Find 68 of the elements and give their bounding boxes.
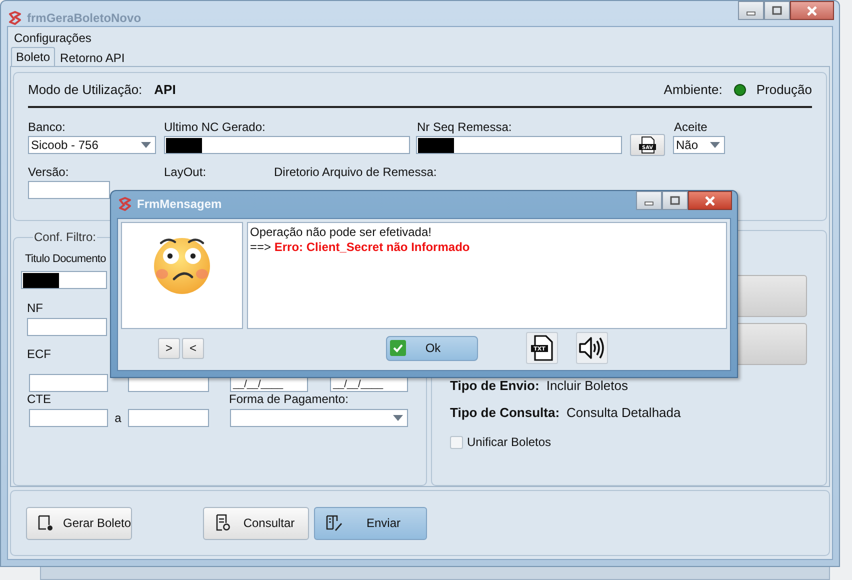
message-text: Operação não pode ser efetivada! bbox=[250, 225, 432, 240]
dialog-title: FrmMensagem bbox=[137, 197, 222, 211]
document-search-icon bbox=[214, 514, 232, 532]
action-button[interactable]: Consultar bbox=[203, 506, 309, 540]
text-field[interactable] bbox=[28, 181, 110, 199]
tab[interactable]: Boleto bbox=[11, 47, 56, 66]
nav-button[interactable]: < bbox=[182, 338, 204, 358]
field-label: Versão: bbox=[28, 166, 70, 179]
field-label: Nr Seq Remessa: bbox=[417, 121, 513, 134]
info-label: Tipo de Envio: bbox=[450, 378, 540, 393]
text-field[interactable] bbox=[164, 136, 410, 154]
environment-value: Produção bbox=[756, 82, 812, 97]
checkmark-icon bbox=[390, 340, 406, 356]
mode-label: Modo de Utilização: bbox=[28, 82, 142, 97]
dropdown-arrow-icon bbox=[710, 142, 720, 148]
field-label: Banco: bbox=[28, 121, 66, 134]
maximize-icon bbox=[670, 196, 680, 206]
maximize-button[interactable] bbox=[662, 191, 688, 210]
text-field[interactable] bbox=[128, 409, 209, 427]
field-label: Ultimo NC Gerado: bbox=[164, 121, 266, 134]
bank-dropdown[interactable]: Sicoob - 756 bbox=[28, 136, 156, 154]
close-button[interactable] bbox=[688, 191, 732, 210]
field-label: ECF bbox=[27, 348, 52, 361]
field-label: LayOut: bbox=[164, 166, 208, 179]
message-text: ==> Erro: Client_Secret não Informado bbox=[250, 240, 471, 255]
action-button[interactable]: Gerar Boleto bbox=[26, 506, 132, 540]
logo-icon bbox=[8, 11, 22, 25]
status-dot bbox=[734, 84, 746, 96]
group-title: Conf. Filtro: bbox=[33, 230, 98, 244]
environment-label: Ambiente: bbox=[664, 82, 722, 97]
accept-dropdown[interactable]: Não bbox=[673, 136, 725, 154]
info-value: Consulta Detalhada bbox=[566, 405, 681, 420]
text-field[interactable] bbox=[416, 136, 622, 154]
field-label: Diretorio Arquivo de Remessa: bbox=[274, 166, 438, 179]
action-button[interactable]: Enviar bbox=[314, 506, 427, 540]
checkbox-label: Unificar Boletos bbox=[467, 435, 552, 449]
text-field[interactable] bbox=[21, 271, 107, 289]
payment-dropdown[interactable] bbox=[230, 409, 408, 427]
maximize-button[interactable] bbox=[764, 1, 790, 20]
window-title: frmGeraBoletoNovo bbox=[27, 11, 142, 25]
range-separator: a bbox=[114, 411, 122, 425]
text-field[interactable] bbox=[27, 318, 107, 336]
speaker-button[interactable] bbox=[576, 332, 608, 364]
text-field[interactable] bbox=[29, 374, 108, 392]
close-icon bbox=[704, 196, 716, 206]
info-label: Tipo de Consulta: bbox=[450, 405, 560, 420]
tab[interactable]: Retorno API bbox=[55, 49, 130, 66]
document-pen-icon bbox=[325, 514, 343, 532]
field-label: CTE bbox=[27, 393, 52, 406]
close-icon bbox=[806, 6, 818, 16]
mode-value: API bbox=[154, 82, 176, 97]
minimize-button[interactable] bbox=[738, 1, 764, 20]
dropdown-arrow-icon bbox=[141, 142, 151, 148]
ok-button[interactable]: Ok bbox=[386, 336, 478, 360]
menu-item[interactable]: Configurações bbox=[14, 31, 92, 45]
logo-icon bbox=[118, 197, 132, 211]
field-label: Aceite bbox=[674, 121, 708, 134]
field-label: NF bbox=[27, 302, 44, 315]
field-label: Forma de Pagamento: bbox=[229, 393, 350, 406]
text-field[interactable] bbox=[29, 409, 108, 427]
nav-button[interactable]: > bbox=[158, 338, 180, 358]
info-value: Incluir Boletos bbox=[546, 378, 628, 393]
maximize-icon bbox=[772, 6, 782, 16]
dropdown-arrow-icon bbox=[393, 415, 403, 421]
checkbox[interactable] bbox=[450, 436, 463, 448]
speaker-icon bbox=[578, 336, 606, 360]
field-label: Titulo Documento bbox=[25, 253, 107, 266]
minimize-button[interactable] bbox=[636, 191, 662, 210]
